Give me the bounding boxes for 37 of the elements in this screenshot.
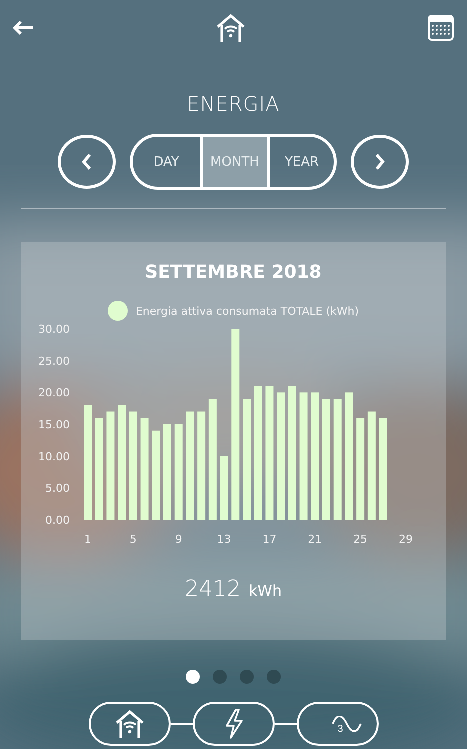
nav-button[interactable]: 3 xyxy=(296,702,378,746)
x-axis-label: 5 xyxy=(130,533,137,546)
home-wifi-icon xyxy=(114,709,146,739)
y-axis-label: 20.00 xyxy=(38,386,70,400)
y-axis-label: 25.00 xyxy=(38,354,70,368)
chevron-right-icon xyxy=(374,153,386,171)
x-axis-label: 21 xyxy=(308,533,322,546)
legend-label: Energia attiva consumata TOTALE (kWh) xyxy=(136,304,360,318)
x-axis-label: 1 xyxy=(84,533,92,546)
y-axis-label: 30.00 xyxy=(38,323,70,336)
x-axis-label: 17 xyxy=(262,533,277,546)
nav-button[interactable] xyxy=(192,702,274,746)
phase-count: 3 xyxy=(338,724,344,734)
chart-title: SETTEMBRE 2018 xyxy=(145,262,322,283)
home-wifi-icon[interactable] xyxy=(214,13,246,43)
x-axis-label: 9 xyxy=(175,533,182,546)
y-axis-label: 15.00 xyxy=(38,418,70,432)
x-axis-label: 29 xyxy=(399,533,413,546)
next-button[interactable] xyxy=(351,135,409,189)
previous-button[interactable] xyxy=(58,135,116,189)
period-tab[interactable]: YEAR xyxy=(267,137,334,187)
nav-button[interactable] xyxy=(88,702,170,746)
y-axis-label: 0.00 xyxy=(46,514,70,527)
chevron-left-icon xyxy=(81,153,93,171)
back-icon[interactable] xyxy=(12,20,34,36)
x-axis-label: 25 xyxy=(354,533,368,546)
y-axis-label: 10.00 xyxy=(38,450,70,464)
period-tab[interactable]: DAY xyxy=(133,137,200,187)
total-value: 2412 xyxy=(184,577,241,602)
page-title: ENERGIA xyxy=(187,92,280,116)
y-axis-label: 5.00 xyxy=(46,482,70,496)
period-tab[interactable]: MONTH xyxy=(200,137,267,187)
lightning-icon xyxy=(224,709,244,739)
calendar-icon[interactable] xyxy=(427,14,455,42)
sine-wave-icon xyxy=(332,716,362,732)
x-axis-label: 13 xyxy=(217,533,232,546)
total-unit: kWh xyxy=(248,582,282,600)
